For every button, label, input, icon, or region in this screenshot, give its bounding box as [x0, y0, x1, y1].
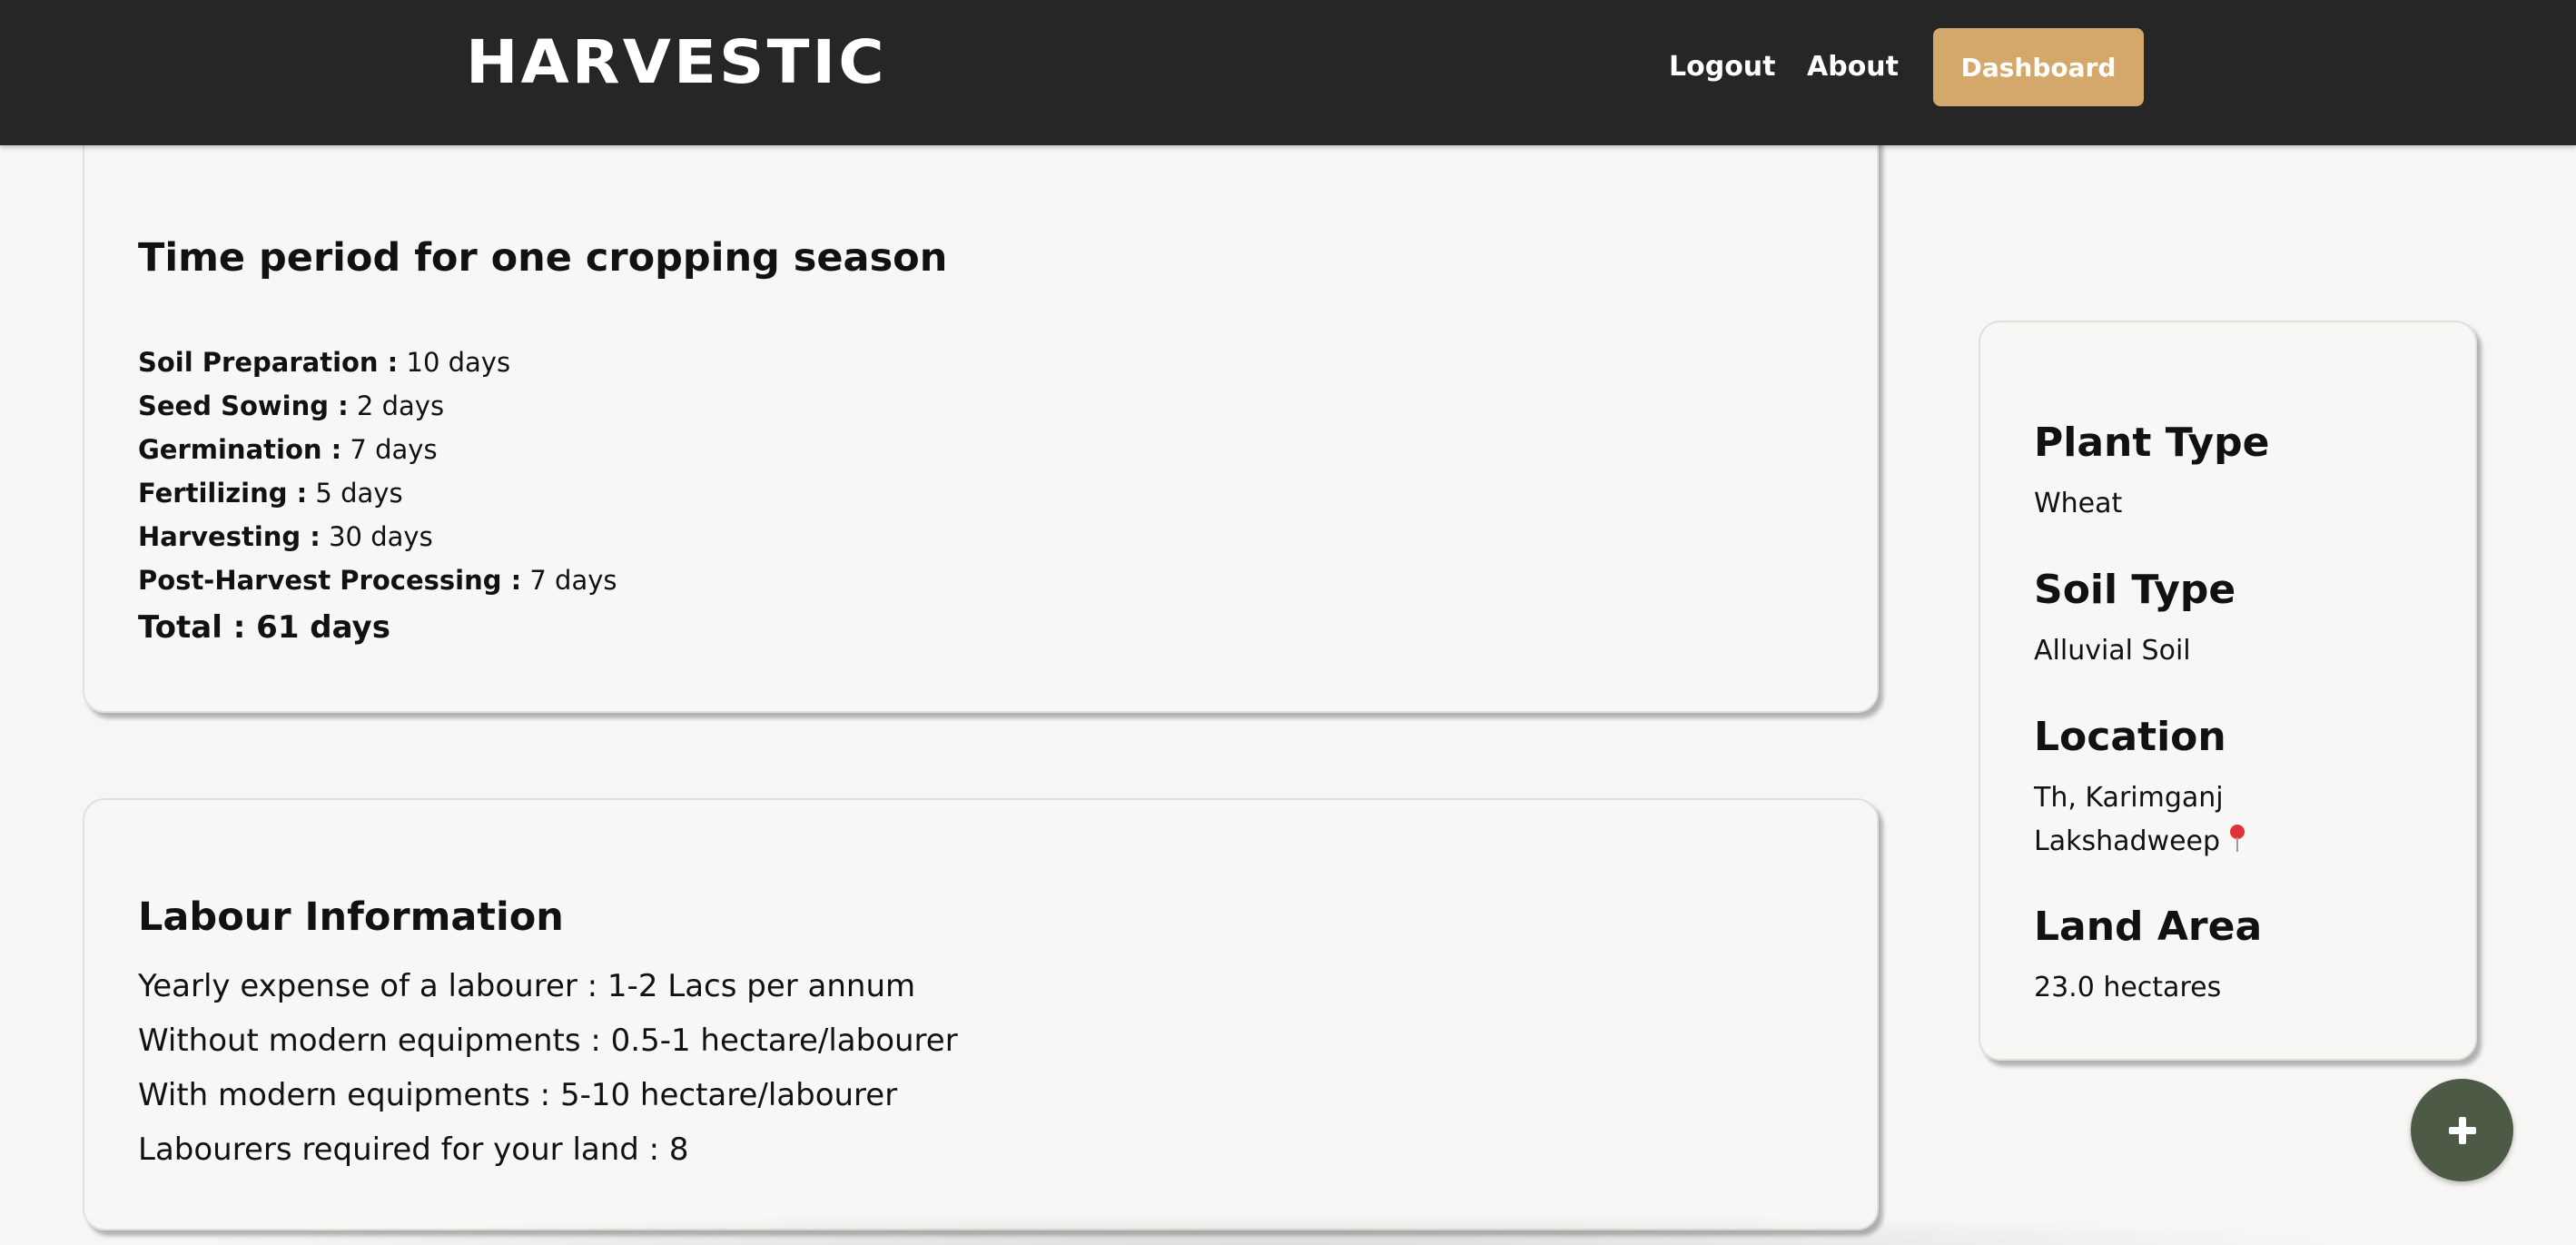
- add-fab-button[interactable]: [2411, 1079, 2513, 1181]
- stage-post-harvest: Post-Harvest Processing : 7 days: [138, 558, 617, 602]
- season-total: Total : 61 days: [138, 609, 390, 646]
- stage-value: 30 days: [320, 521, 433, 552]
- stage-seed-sowing: Seed Sowing : 2 days: [138, 384, 617, 428]
- stage-value: 7 days: [341, 434, 438, 465]
- plant-type-heading: Plant Type: [2034, 420, 2270, 466]
- labourers-required: Labourers required for your land : 8: [138, 1131, 689, 1168]
- land-area-heading: Land Area: [2034, 904, 2263, 950]
- logout-link[interactable]: Logout: [1669, 51, 1776, 83]
- land-area-value: 23.0 hectares: [2034, 972, 2222, 1003]
- about-link[interactable]: About: [1807, 51, 1899, 83]
- stage-soil-preparation: Soil Preparation : 10 days: [138, 341, 617, 384]
- stage-label: Post-Harvest Processing :: [138, 565, 522, 596]
- labour-with-equipment: With modern equipments : 5-10 hectare/la…: [138, 1077, 898, 1113]
- stage-value: 10 days: [398, 347, 511, 378]
- brand-logo[interactable]: HARVESTIC: [466, 27, 887, 97]
- stage-value: 7 days: [521, 565, 617, 596]
- stage-label: Seed Sowing :: [138, 390, 349, 421]
- soil-type-heading: Soil Type: [2034, 567, 2236, 613]
- top-navbar: HARVESTIC Logout About Dashboard: [0, 0, 2576, 145]
- location-line1: Th, Karimganj: [2034, 782, 2224, 814]
- stage-harvesting: Harvesting : 30 days: [138, 515, 617, 558]
- labour-without-equipment: Without modern equipments : 0.5-1 hectar…: [138, 1023, 958, 1059]
- labour-title: Labour Information: [138, 894, 564, 940]
- location-line2: Lakshadweep: [2034, 820, 2247, 864]
- stage-label: Germination :: [138, 434, 342, 465]
- plus-icon: [2448, 1116, 2476, 1144]
- bottom-fade: [182, 1212, 2361, 1245]
- labour-info-card: Labour Information Yearly expense of a l…: [83, 798, 1879, 1230]
- stage-value: 5 days: [307, 478, 403, 509]
- stage-label: Soil Preparation :: [138, 347, 399, 378]
- stage-value: 2 days: [348, 390, 445, 421]
- soil-type-value: Alluvial Soil: [2034, 635, 2191, 667]
- labour-yearly-expense: Yearly expense of a labourer : 1-2 Lacs …: [138, 968, 916, 1004]
- stage-fertilizing: Fertilizing : 5 days: [138, 471, 617, 515]
- stage-label: Fertilizing :: [138, 478, 308, 509]
- dashboard-button[interactable]: Dashboard: [1933, 28, 2144, 106]
- cropping-season-card: Time period for one cropping season Soil…: [83, 123, 1879, 713]
- location-heading: Location: [2034, 714, 2226, 760]
- location-line2-text: Lakshadweep: [2034, 825, 2221, 857]
- stage-label: Harvesting :: [138, 521, 321, 552]
- stage-germination: Germination : 7 days: [138, 428, 617, 471]
- season-title: Time period for one cropping season: [138, 235, 948, 281]
- map-pin-icon: [2227, 825, 2247, 852]
- labour-info-list: Yearly expense of a labourer : 1-2 Lacs …: [138, 959, 958, 1177]
- season-stage-list: Soil Preparation : 10 days Seed Sowing :…: [138, 341, 617, 602]
- farm-summary-card: Plant Type Wheat Soil Type Alluvial Soil…: [1979, 321, 2477, 1061]
- plant-type-value: Wheat: [2034, 488, 2123, 519]
